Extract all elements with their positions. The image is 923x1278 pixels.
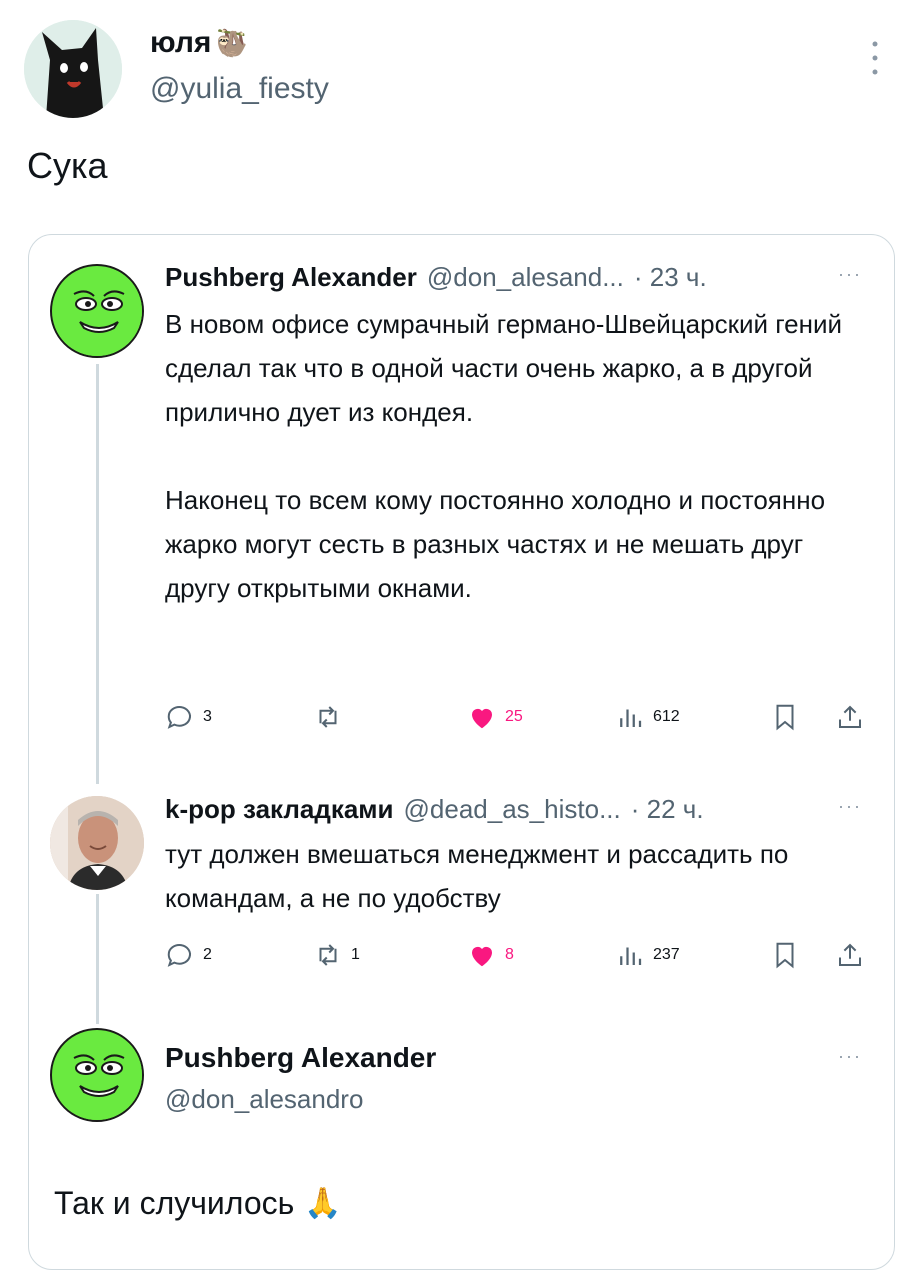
thread-connector	[96, 894, 99, 1024]
tweet-text: Сука	[27, 145, 108, 186]
reply-author-handle[interactable]: @don_alesand...	[427, 262, 624, 293]
view-count: 237	[653, 946, 680, 963]
retweet-button[interactable]	[313, 702, 351, 732]
heart-icon	[472, 946, 492, 967]
bookmark-icon	[776, 942, 794, 969]
share-button[interactable]	[835, 940, 865, 970]
heart-icon	[472, 708, 492, 729]
reply-paragraph: тут должен вмешаться менеджмент и рассад…	[165, 839, 789, 913]
like-count: 8	[505, 946, 514, 963]
reply-actions: 3 25 612	[165, 702, 875, 738]
retweet-count: 1	[351, 946, 360, 963]
views-icon	[620, 947, 642, 965]
view-count: 612	[653, 708, 680, 725]
like-count: 25	[505, 708, 523, 725]
reply-actions: 2 1 8 237	[165, 940, 875, 976]
reply-count: 2	[203, 946, 212, 963]
reply-author-name[interactable]: k-pop закладками	[165, 794, 394, 825]
quoted-avatar[interactable]	[50, 1028, 144, 1122]
reply-author-name[interactable]: Pushberg Alexander	[165, 262, 417, 293]
reply-button[interactable]: 3	[165, 702, 212, 732]
retweet-icon	[319, 944, 337, 966]
author-avatar[interactable]	[24, 20, 122, 118]
views-button[interactable]: 237	[615, 940, 680, 970]
bookmark-icon	[776, 704, 794, 731]
reply-avatar[interactable]	[50, 796, 144, 890]
reply-paragraph: Наконец то всем кому постоянно холодно и…	[165, 485, 826, 603]
quoted-text: Так и случилось 🙏	[54, 1185, 342, 1222]
reply-paragraph: В новом офисе сумрачный германо-Швейцарс…	[165, 309, 843, 427]
reply-body: В новом офисе сумрачный германо-Швейцарс…	[165, 302, 865, 610]
share-button[interactable]	[835, 702, 865, 732]
comment-icon	[167, 706, 191, 729]
bookmark-button[interactable]	[770, 940, 800, 970]
reply-more-icon[interactable]: ···	[838, 796, 862, 817]
reply-time[interactable]: · 22 ч.	[631, 794, 704, 825]
like-button[interactable]: 8	[467, 940, 514, 970]
quoted-author-name[interactable]: Pushberg Alexander	[165, 1042, 436, 1074]
share-icon	[839, 943, 861, 966]
reply-header: k-pop закладками @dead_as_histo... · 22 …	[165, 794, 704, 825]
praying-hands-emoji: 🙏	[304, 1187, 342, 1220]
views-button[interactable]: 612	[615, 702, 680, 732]
retweet-icon	[319, 706, 337, 728]
author-name-text: юля	[150, 26, 212, 59]
thread-connector	[96, 364, 99, 784]
reply-button[interactable]: 2	[165, 940, 212, 970]
sloth-emoji: 🦥	[215, 27, 248, 58]
reply-more-icon[interactable]: ···	[838, 264, 862, 285]
reply-time[interactable]: · 23 ч.	[634, 262, 707, 293]
author-name[interactable]: юля 🦥	[150, 26, 248, 60]
reply-header: Pushberg Alexander @don_alesand... · 23 …	[165, 262, 707, 293]
reply-author-handle[interactable]: @dead_as_histo...	[404, 794, 621, 825]
bookmark-button[interactable]	[770, 702, 800, 732]
comment-icon	[167, 944, 191, 967]
author-handle[interactable]: @yulia_fiesty	[150, 72, 329, 106]
retweet-button[interactable]: 1	[313, 940, 360, 970]
quoted-author-handle[interactable]: @don_alesandro	[165, 1084, 363, 1115]
reply-avatar[interactable]	[50, 264, 144, 358]
reply-count: 3	[203, 708, 212, 725]
reply-body: тут должен вмешаться менеджмент и рассад…	[165, 832, 865, 920]
like-button[interactable]: 25	[467, 702, 523, 732]
share-icon	[839, 705, 861, 728]
quoted-more-icon[interactable]: ···	[838, 1046, 862, 1067]
views-icon	[620, 709, 642, 727]
more-options-icon[interactable]	[868, 38, 882, 78]
quoted-text-body: Так и случилось	[54, 1185, 295, 1221]
